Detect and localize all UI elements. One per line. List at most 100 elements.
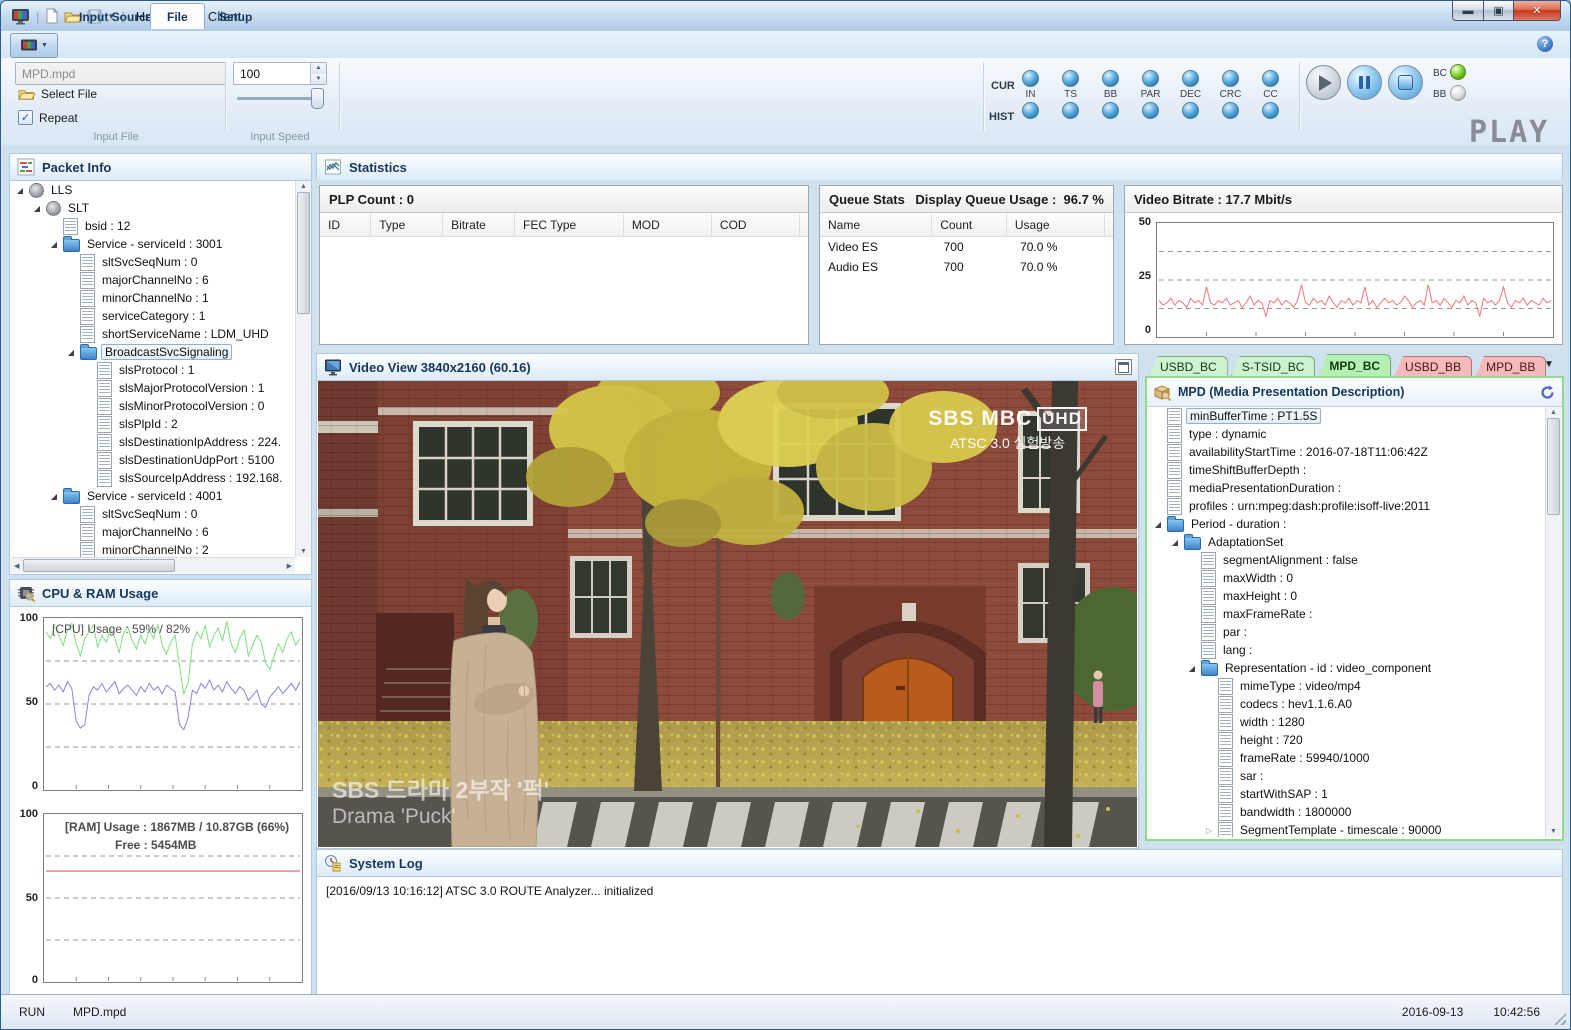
tree-item[interactable]: startWithSAP : 1 [1149,785,1545,803]
tree-item[interactable]: sar : [1149,767,1545,785]
tree-item[interactable]: slsDestinationUdpPort : 5100 [11,451,295,469]
log-entry: [2016/09/13 10:16:12] ATSC 3.0 ROUTE Ana… [317,877,1562,905]
tree-item[interactable]: type : dynamic [1149,425,1545,443]
speed-slider-track[interactable] [237,97,321,100]
tree-item[interactable]: slsProtocol : 1 [11,361,295,379]
spinner-arrows[interactable]: ▲▼ [310,63,326,84]
speed-spinner[interactable]: 100 ▲▼ [233,62,327,85]
tree-item[interactable]: sltSvcSeqNum : 0 [11,505,295,523]
mpd-tree-scrollbar[interactable]: ▲▼ [1545,407,1561,837]
tab-MPD_BB[interactable]: MPD_BB [1475,356,1546,377]
watermark-brand: SBS MBC [928,407,1032,431]
tree-expander-icon[interactable]: ◢ [1170,538,1180,547]
tree-item[interactable]: profiles : urn:mpeg:dash:profile:isoff-l… [1149,497,1545,515]
tree-item[interactable]: ◢Service - serviceId : 4001 [11,487,295,505]
tree-item[interactable]: minorChannelNo : 2 [11,541,295,557]
close-button[interactable]: ✕ [1513,1,1561,21]
tree-item[interactable]: maxFrameRate : [1149,605,1545,623]
tree-item[interactable]: bsid : 12 [11,217,295,235]
doc-icon [1167,408,1182,425]
pause-button[interactable] [1347,65,1382,100]
tree-item[interactable]: ◢SLT [11,199,295,217]
tree-item[interactable]: majorChannelNo : 6 [11,523,295,541]
tree-item[interactable]: ◢Service - serviceId : 3001 [11,235,295,253]
tree-item[interactable]: mimeType : video/mp4 [1149,677,1545,695]
minimize-button[interactable]: ▬ [1452,1,1484,21]
queue-table-row[interactable]: Video ES70070.0 % [820,237,1113,257]
tree-item-label: sltSvcSeqNum : 0 [99,507,200,521]
tree-expander-icon[interactable]: ◢ [32,204,42,213]
tree-item[interactable]: sltSvcSeqNum : 0 [11,253,295,271]
maximize-button[interactable]: ▣ [1484,1,1513,21]
tree-expander-icon[interactable]: ◢ [49,492,59,501]
stop-button[interactable] [1388,65,1423,100]
tree-item[interactable]: ◢BroadcastSvcSignaling [11,343,295,361]
cpu-ram-panel: CPU & RAM Usage 100 50 0 [CPU] Usage : 5… [9,579,312,995]
queue-table-row[interactable]: Audio ES70070.0 % [820,257,1113,277]
tree-item[interactable]: majorChannelNo : 6 [11,271,295,289]
tree-item[interactable]: maxWidth : 0 [1149,569,1545,587]
tree-item[interactable]: mediaPresentationDuration : [1149,479,1545,497]
tree-item[interactable]: slsSourceIpAddress : 192.168. [11,469,295,487]
new-file-icon[interactable] [45,8,59,24]
tree-item[interactable]: availabilityStartTime : 2016-07-18T11:06… [1149,443,1545,461]
tree-item[interactable]: maxHeight : 0 [1149,587,1545,605]
tree-expander-icon[interactable]: ◢ [1153,520,1163,529]
input-filename-field[interactable]: MPD.mpd [15,62,227,85]
spin-down-icon: ▼ [311,74,326,85]
tree-item[interactable]: slsMajorProtocolVersion : 1 [11,379,295,397]
tree-item[interactable]: ◢LLS [11,181,295,199]
tree-expander-icon[interactable]: ◢ [15,186,25,195]
tab-file[interactable]: File [150,3,205,29]
tree-item[interactable]: slsMinorProtocolVersion : 0 [11,397,295,415]
tree-item[interactable]: ◢Period - duration : [1149,515,1545,533]
tree-item[interactable]: serviceCategory : 1 [11,307,295,325]
tree-item[interactable]: ▷SegmentTemplate - timescale : 90000 [1149,821,1545,837]
tree-item[interactable]: codecs : hev1.1.6.A0 [1149,695,1545,713]
gear-icon [29,183,44,198]
tree-item[interactable]: bandwidth : 1800000 [1149,803,1545,821]
stairway [376,613,454,725]
drama-title-overlay: SBS 드라마 2부작 '퍽' Drama 'Puck' [332,771,549,829]
tab-overflow-dropdown-icon[interactable]: ▼ [1544,359,1554,370]
tree-item[interactable]: slsDestinationIpAddress : 224. [11,433,295,451]
tree-item[interactable]: frameRate : 59940/1000 [1149,749,1545,767]
select-file-button[interactable]: Select File [18,87,97,101]
ribbon-app-button[interactable]: ▼ [10,33,58,58]
tree-expander-icon[interactable]: ◢ [49,240,59,249]
tree-item[interactable]: ◢ AdaptationSet [1149,533,1545,551]
tab-MPD_BC[interactable]: MPD_BC [1318,354,1391,377]
tree-item[interactable]: shortServiceName : LDM_UHD [11,325,295,343]
tree-item[interactable]: par : [1149,623,1545,641]
tab-USBD_BC[interactable]: USBD_BC [1149,356,1228,377]
tree-item[interactable]: minBufferTime : PT1.5S [1149,407,1545,425]
resize-grip[interactable] [1554,1013,1566,1025]
tab-USBD_BB[interactable]: USBD_BB [1394,356,1472,377]
tree-item[interactable]: minorChannelNo : 1 [11,289,295,307]
tab-setup[interactable]: Setup [203,5,268,28]
tree-item[interactable]: ◢Representation - id : video_component [1149,659,1545,677]
tree-item[interactable]: timeShiftBufferDepth : [1149,461,1545,479]
refresh-icon[interactable] [1539,384,1556,401]
tree-expander-icon[interactable]: ◢ [1187,664,1197,673]
video-popout-button[interactable] [1115,359,1132,375]
repeat-checkbox[interactable]: ✓ Repeat [18,110,78,125]
tree-item[interactable]: segmentAlignment : false [1149,551,1545,569]
tab-S-TSID_BC[interactable]: S-TSID_BC [1231,356,1316,377]
tree-item[interactable]: slsPlpId : 2 [11,415,295,433]
tree-item[interactable]: lang : [1149,641,1545,659]
tree-item[interactable]: height : 720 [1149,731,1545,749]
tree-item[interactable]: width : 1280 [1149,713,1545,731]
packet-tree-hscrollbar[interactable]: ◀▶ [11,557,295,573]
help-icon[interactable]: ? [1537,36,1553,52]
app-icon[interactable] [11,8,30,25]
packet-tree-vscrollbar[interactable]: ▲▼ [295,181,311,557]
scroll-down-icon: ▼ [300,548,307,555]
tree-expander-icon[interactable]: ▷ [1204,826,1214,835]
play-button[interactable] [1306,65,1341,100]
speed-slider-thumb[interactable] [311,88,324,109]
tree-expander-icon[interactable]: ◢ [66,348,76,357]
ram-usage-label: [RAM] Usage : 1867MB / 10.87GB (66%) [65,820,289,834]
statistics-icon [324,158,342,176]
tree-item-label: AdaptationSet [1205,535,1286,549]
